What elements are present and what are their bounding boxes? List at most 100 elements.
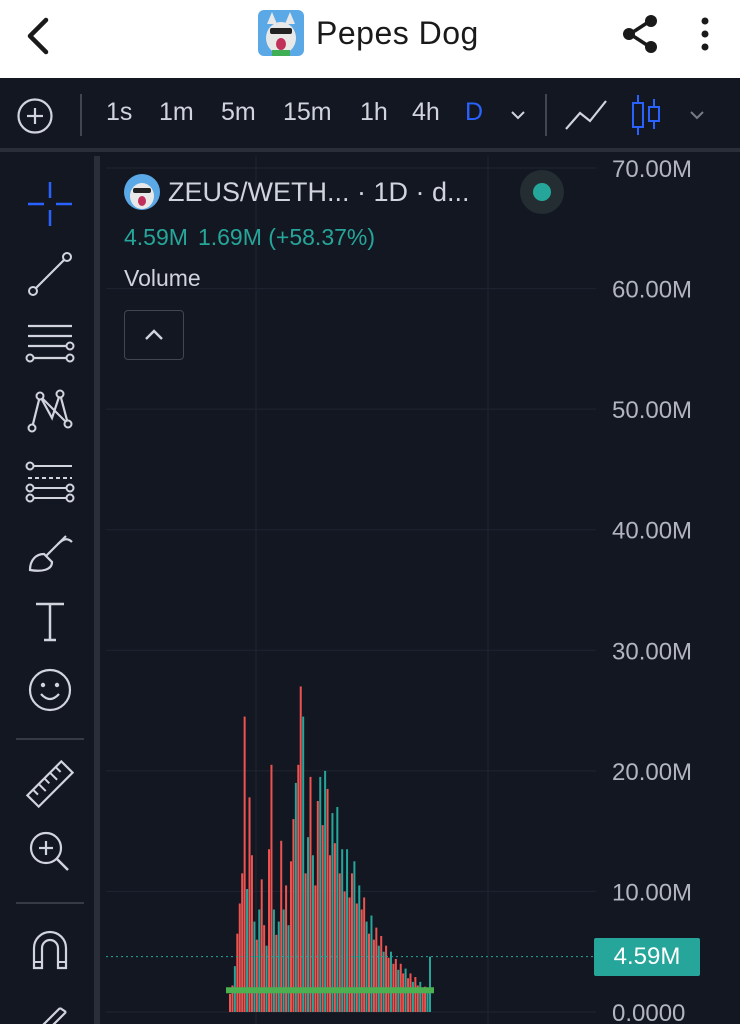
volume-bar [287, 925, 290, 1012]
tools-divider [16, 738, 84, 740]
volume-bar [270, 764, 273, 1012]
candlestick-icon [632, 95, 660, 135]
magnet-tool[interactable] [22, 922, 78, 978]
crosshair-tool[interactable] [22, 176, 78, 232]
volume-bar [382, 951, 385, 1012]
volume-bar [316, 801, 319, 1012]
volume-bar [336, 807, 339, 1012]
plus-circle-icon [17, 98, 53, 134]
timeframe-1m[interactable]: 1m [159, 98, 194, 127]
share-button[interactable] [618, 12, 662, 56]
volume-bar [253, 921, 256, 1012]
volume-bar [372, 939, 375, 1012]
volume-bar [363, 897, 366, 1012]
more-vertical-icon [701, 17, 709, 51]
volume-bar [429, 956, 431, 1012]
y-axis-label: 60.00M [612, 277, 692, 304]
volume-bar [280, 840, 283, 1012]
volume-bar [299, 686, 302, 1012]
zoom-in-tool[interactable] [22, 824, 78, 880]
more-button[interactable] [690, 12, 720, 56]
volume-bar [394, 958, 397, 1012]
y-axis-label: 70.00M [612, 156, 692, 183]
current-value-label: 4.59M [594, 938, 700, 976]
indicator-name[interactable]: Volume [124, 265, 470, 292]
volume-bar [375, 927, 378, 1012]
token-icon [124, 174, 160, 210]
fib-retracement-tool[interactable] [22, 454, 78, 510]
timeframe-1h[interactable]: 1h [360, 98, 388, 127]
line-chart-button[interactable] [562, 95, 610, 135]
chart-toolbar: 1s 1m 5m 15m 1h 4h D [0, 78, 740, 152]
volume-bar [243, 716, 246, 1012]
trend-line-tool[interactable] [22, 246, 78, 302]
volume-bar [407, 978, 410, 1012]
volume-bar [326, 788, 329, 1012]
volume-bar [263, 925, 266, 1012]
volume-bar [277, 921, 280, 1012]
share-icon [623, 15, 657, 53]
timeframe-4h[interactable]: 4h [412, 98, 440, 127]
volume-bar [380, 936, 383, 1012]
timeframe-5m[interactable]: 5m [221, 98, 256, 127]
volume-bar [321, 825, 324, 1012]
emoji-tool[interactable] [22, 662, 78, 718]
volume-bar [385, 945, 388, 1012]
volume-bar [377, 945, 380, 1012]
pattern-icon [27, 389, 73, 433]
y-axis-label: 50.00M [612, 397, 692, 424]
volume-bar [275, 934, 278, 1012]
back-button[interactable] [18, 14, 62, 58]
brush-tool[interactable] [22, 524, 78, 580]
market-status-indicator[interactable] [520, 170, 564, 214]
pencil-lock-icon [42, 1007, 67, 1024]
horizontal-lines-tool[interactable] [22, 316, 78, 372]
volume-bar [229, 993, 231, 1012]
volume-bar [292, 819, 295, 1012]
symbol-label[interactable]: ZEUS/WETH... · 1D · d... [168, 177, 470, 208]
page-title-group: Pepes Dog [258, 9, 479, 57]
drawing-toolbar [0, 156, 100, 1024]
timeframe-1s[interactable]: 1s [106, 98, 132, 127]
volume-bar [333, 843, 336, 1012]
add-indicator-button[interactable] [16, 97, 54, 135]
magnet-icon [32, 930, 68, 970]
y-axis-label: 40.00M [612, 518, 692, 545]
chart-type-dropdown[interactable] [686, 104, 708, 126]
volume-bar [238, 903, 241, 1012]
chart-pane[interactable]: 70.00M 60.00M 50.00M 40.00M 30.00M 20.00M 10.0… [106, 156, 740, 1024]
volume-change: 1.69M (+58.37%) [197, 224, 376, 250]
fib-retracement-icon [25, 461, 75, 503]
zoom-in-icon [29, 831, 69, 871]
collapse-legend-button[interactable] [124, 310, 184, 360]
volume-bar [246, 889, 249, 1012]
volume-bar [411, 981, 414, 1012]
volume-bar [324, 770, 327, 1012]
lock-drawing-tool[interactable] [22, 990, 78, 1024]
token-avatar [258, 10, 304, 56]
page-title: Pepes Dog [316, 14, 479, 51]
volume-bar [331, 813, 334, 1012]
y-axis-label: 10.00M [612, 879, 692, 906]
pattern-tool[interactable] [22, 384, 78, 440]
volume-values: 4.59M 1.69M (+58.37%) [124, 224, 470, 251]
text-tool[interactable] [22, 594, 78, 650]
volume-bar [343, 891, 346, 1012]
volume-bar [255, 939, 258, 1012]
timeframe-dropdown[interactable] [507, 104, 529, 126]
volume-bar [309, 776, 312, 1012]
volume-bar [389, 951, 392, 1012]
volume-bar [319, 776, 322, 1012]
candle-chart-button[interactable] [630, 93, 662, 137]
timeframe-d[interactable]: D [465, 98, 483, 127]
ruler-tool[interactable] [22, 756, 78, 812]
volume-bar [265, 945, 268, 1012]
volume-bar [426, 992, 429, 1012]
emoji-icon [28, 668, 72, 712]
volume-bar [419, 981, 422, 1012]
volume-bar [307, 837, 310, 1012]
brush-icon [28, 535, 73, 572]
timeframe-15m[interactable]: 15m [283, 98, 332, 127]
volume-bar [248, 797, 251, 1012]
tools-divider [16, 902, 84, 904]
